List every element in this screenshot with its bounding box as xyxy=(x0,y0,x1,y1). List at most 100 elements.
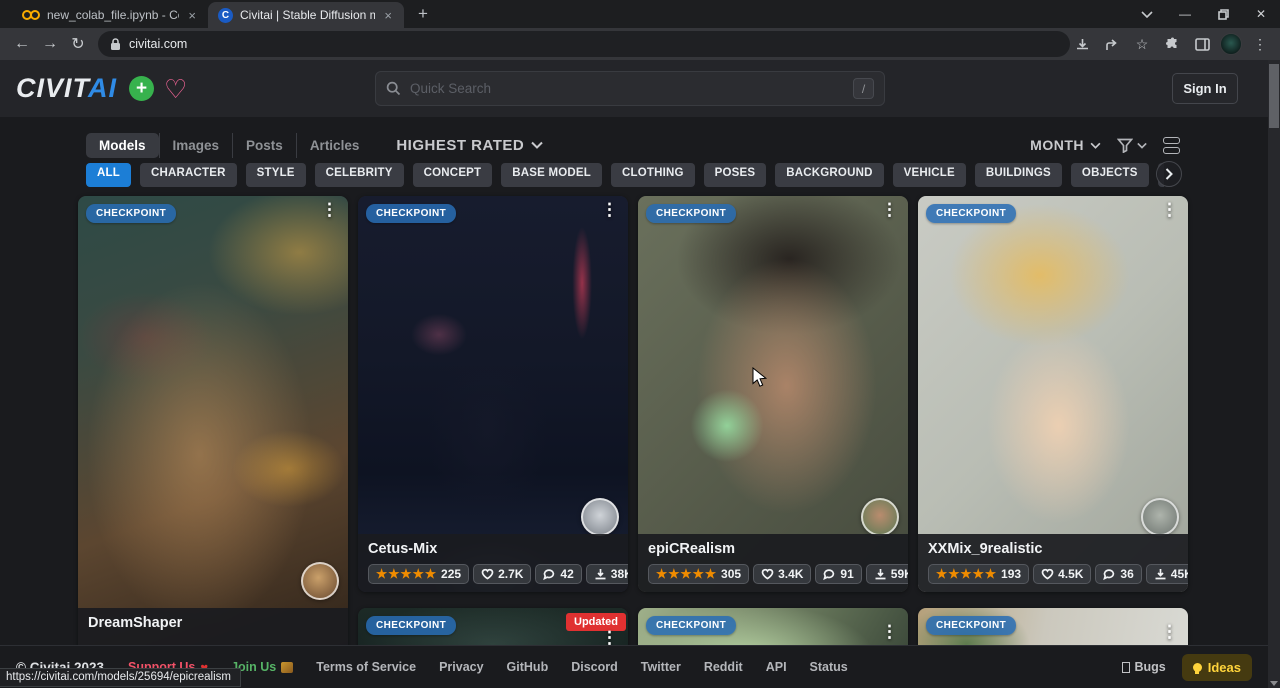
chip-base-model[interactable]: BASE MODEL xyxy=(501,163,602,187)
chevron-down-icon xyxy=(1137,142,1147,149)
likes-pill[interactable]: 4.5K xyxy=(1033,564,1091,584)
forward-icon[interactable]: → xyxy=(36,35,64,53)
card-stats: ★★★★★193 4.5K 36 45K xyxy=(928,564,1178,585)
civitai-logo[interactable]: CIVITAI xyxy=(16,73,117,104)
card-menu-kebab-icon[interactable]: ⋮ xyxy=(321,200,338,220)
tab-search-chevron-icon[interactable] xyxy=(1128,0,1166,28)
comments-pill[interactable]: 42 xyxy=(535,564,581,584)
chip-background[interactable]: BACKGROUND xyxy=(775,163,883,187)
card-menu-kebab-icon[interactable]: ⋮ xyxy=(1161,200,1178,220)
tab-posts[interactable]: Posts xyxy=(232,133,296,158)
sign-in-button[interactable]: Sign In xyxy=(1172,73,1238,104)
creator-avatar[interactable] xyxy=(1141,498,1179,536)
minimize-icon[interactable]: — xyxy=(1166,0,1204,28)
downloads-pill[interactable]: 45K xyxy=(1146,564,1188,584)
footer-link-status[interactable]: Status xyxy=(810,660,848,674)
creator-avatar[interactable] xyxy=(301,562,339,600)
footer-link-reddit[interactable]: Reddit xyxy=(704,660,743,674)
model-card-xxmix[interactable]: CHECKPOINT ⋮ XXMix_9realistic ★★★★★193 4… xyxy=(918,196,1188,592)
star-icons: ★★★★★ xyxy=(656,568,717,581)
maximize-icon[interactable] xyxy=(1204,0,1242,28)
sort-dropdown[interactable]: HIGHEST RATED xyxy=(396,137,543,154)
chip-objects[interactable]: OBJECTS xyxy=(1071,163,1149,187)
chip-celebrity[interactable]: CELEBRITY xyxy=(315,163,404,187)
card-menu-kebab-icon[interactable]: ⋮ xyxy=(881,622,898,642)
footer-link-api[interactable]: API xyxy=(766,660,787,674)
card-column-4: CHECKPOINT ⋮ XXMix_9realistic ★★★★★193 4… xyxy=(918,196,1188,688)
bugs-link[interactable]: Bugs xyxy=(1122,660,1166,674)
side-panel-icon[interactable] xyxy=(1190,32,1214,56)
tab-articles[interactable]: Articles xyxy=(296,133,373,158)
card-menu-kebab-icon[interactable]: ⋮ xyxy=(881,200,898,220)
comments-pill[interactable]: 36 xyxy=(1095,564,1141,584)
share-icon[interactable] xyxy=(1100,32,1124,56)
tab-images[interactable]: Images xyxy=(159,133,233,158)
close-tab-icon[interactable]: × xyxy=(382,8,394,23)
bookmark-star-icon[interactable]: ☆ xyxy=(1130,32,1154,56)
create-plus-icon[interactable]: + xyxy=(129,76,154,101)
browser-profile-avatar[interactable] xyxy=(1220,33,1242,55)
window-controls: — ✕ xyxy=(1128,0,1280,28)
browser-menu-kebab-icon[interactable]: ⋮ xyxy=(1248,32,1272,56)
search-input[interactable]: Quick Search / xyxy=(375,71,885,106)
downloads-pill[interactable]: 38K xyxy=(586,564,628,584)
download-icon[interactable] xyxy=(1070,32,1094,56)
browser-tab-colab[interactable]: new_colab_file.ipynb - Colaborat × xyxy=(12,2,208,28)
creator-avatar[interactable] xyxy=(861,498,899,536)
downloads-pill[interactable]: 59K xyxy=(866,564,908,584)
model-card-dreamshaper[interactable]: CHECKPOINT ⋮ DreamShaper xyxy=(78,196,348,666)
chips-scroll-right-button[interactable] xyxy=(1156,161,1182,187)
card-column-3: CHECKPOINT ⋮ epiCRealism ★★★★★305 3.4K 9… xyxy=(638,196,908,688)
reload-icon[interactable]: ↻ xyxy=(64,34,92,54)
chip-clothing[interactable]: CLOTHING xyxy=(611,163,695,187)
layout-toggle-icon[interactable] xyxy=(1163,137,1180,154)
chip-vehicle[interactable]: VEHICLE xyxy=(893,163,966,187)
filter-dropdown[interactable] xyxy=(1117,138,1147,153)
chip-buildings[interactable]: BUILDINGS xyxy=(975,163,1062,187)
card-menu-kebab-icon[interactable]: ⋮ xyxy=(601,200,618,220)
search-icon xyxy=(386,81,401,96)
creator-avatar[interactable] xyxy=(581,498,619,536)
chip-character[interactable]: CHARACTER xyxy=(140,163,237,187)
bug-icon xyxy=(1122,662,1130,673)
likes-pill[interactable]: 3.4K xyxy=(753,564,811,584)
period-dropdown[interactable]: MONTH xyxy=(1030,137,1101,153)
support-heart-icon[interactable]: ♡ xyxy=(164,76,187,102)
footer-link-discord[interactable]: Discord xyxy=(571,660,618,674)
ideas-button[interactable]: Ideas xyxy=(1182,654,1252,681)
footer-link-twitter[interactable]: Twitter xyxy=(641,660,681,674)
footer-link-privacy[interactable]: Privacy xyxy=(439,660,483,674)
search-placeholder: Quick Search xyxy=(410,81,844,96)
checkpoint-badge: CHECKPOINT xyxy=(646,204,736,223)
chip-poses[interactable]: POSES xyxy=(704,163,767,187)
site-header: CIVITAI + ♡ Quick Search / Sign In xyxy=(0,60,1268,117)
back-icon[interactable]: ← xyxy=(8,35,36,53)
tab-title: new_colab_file.ipynb - Colaborat xyxy=(47,8,179,22)
chevron-down-icon xyxy=(531,141,543,149)
tab-models[interactable]: Models xyxy=(86,133,159,158)
footer-link-terms[interactable]: Terms of Service xyxy=(316,660,416,674)
chip-all[interactable]: ALL xyxy=(86,163,131,187)
footer-link-github[interactable]: GitHub xyxy=(507,660,549,674)
likes-pill[interactable]: 2.7K xyxy=(473,564,531,584)
extensions-puzzle-icon[interactable] xyxy=(1160,32,1184,56)
download-icon xyxy=(874,568,887,580)
card-column-2: CHECKPOINT ⋮ Cetus-Mix ★★★★★225 2.7K 42 … xyxy=(358,196,628,688)
scrollbar-down-arrow[interactable] xyxy=(1270,681,1278,686)
chip-concept[interactable]: CONCEPT xyxy=(413,163,493,187)
card-menu-kebab-icon[interactable]: ⋮ xyxy=(1161,622,1178,642)
model-card-cetus-mix[interactable]: CHECKPOINT ⋮ Cetus-Mix ★★★★★225 2.7K 42 … xyxy=(358,196,628,592)
close-tab-icon[interactable]: × xyxy=(186,8,198,23)
close-window-icon[interactable]: ✕ xyxy=(1242,0,1280,28)
rating-pill: ★★★★★225 xyxy=(368,564,469,585)
scrollbar-thumb[interactable] xyxy=(1269,64,1279,128)
address-bar[interactable]: civitai.com xyxy=(98,31,1070,57)
browser-tabstrip: new_colab_file.ipynb - Colaborat × C Civ… xyxy=(0,0,1280,28)
page-scrollbar[interactable] xyxy=(1268,60,1280,688)
checkpoint-badge: CHECKPOINT xyxy=(366,204,456,223)
new-tab-button[interactable]: + xyxy=(412,4,434,24)
model-card-epicrealism[interactable]: CHECKPOINT ⋮ epiCRealism ★★★★★305 3.4K 9… xyxy=(638,196,908,592)
chip-style[interactable]: STYLE xyxy=(246,163,306,187)
comments-pill[interactable]: 91 xyxy=(815,564,861,584)
browser-tab-civitai[interactable]: C Civitai | Stable Diffusion models, × xyxy=(208,2,404,28)
